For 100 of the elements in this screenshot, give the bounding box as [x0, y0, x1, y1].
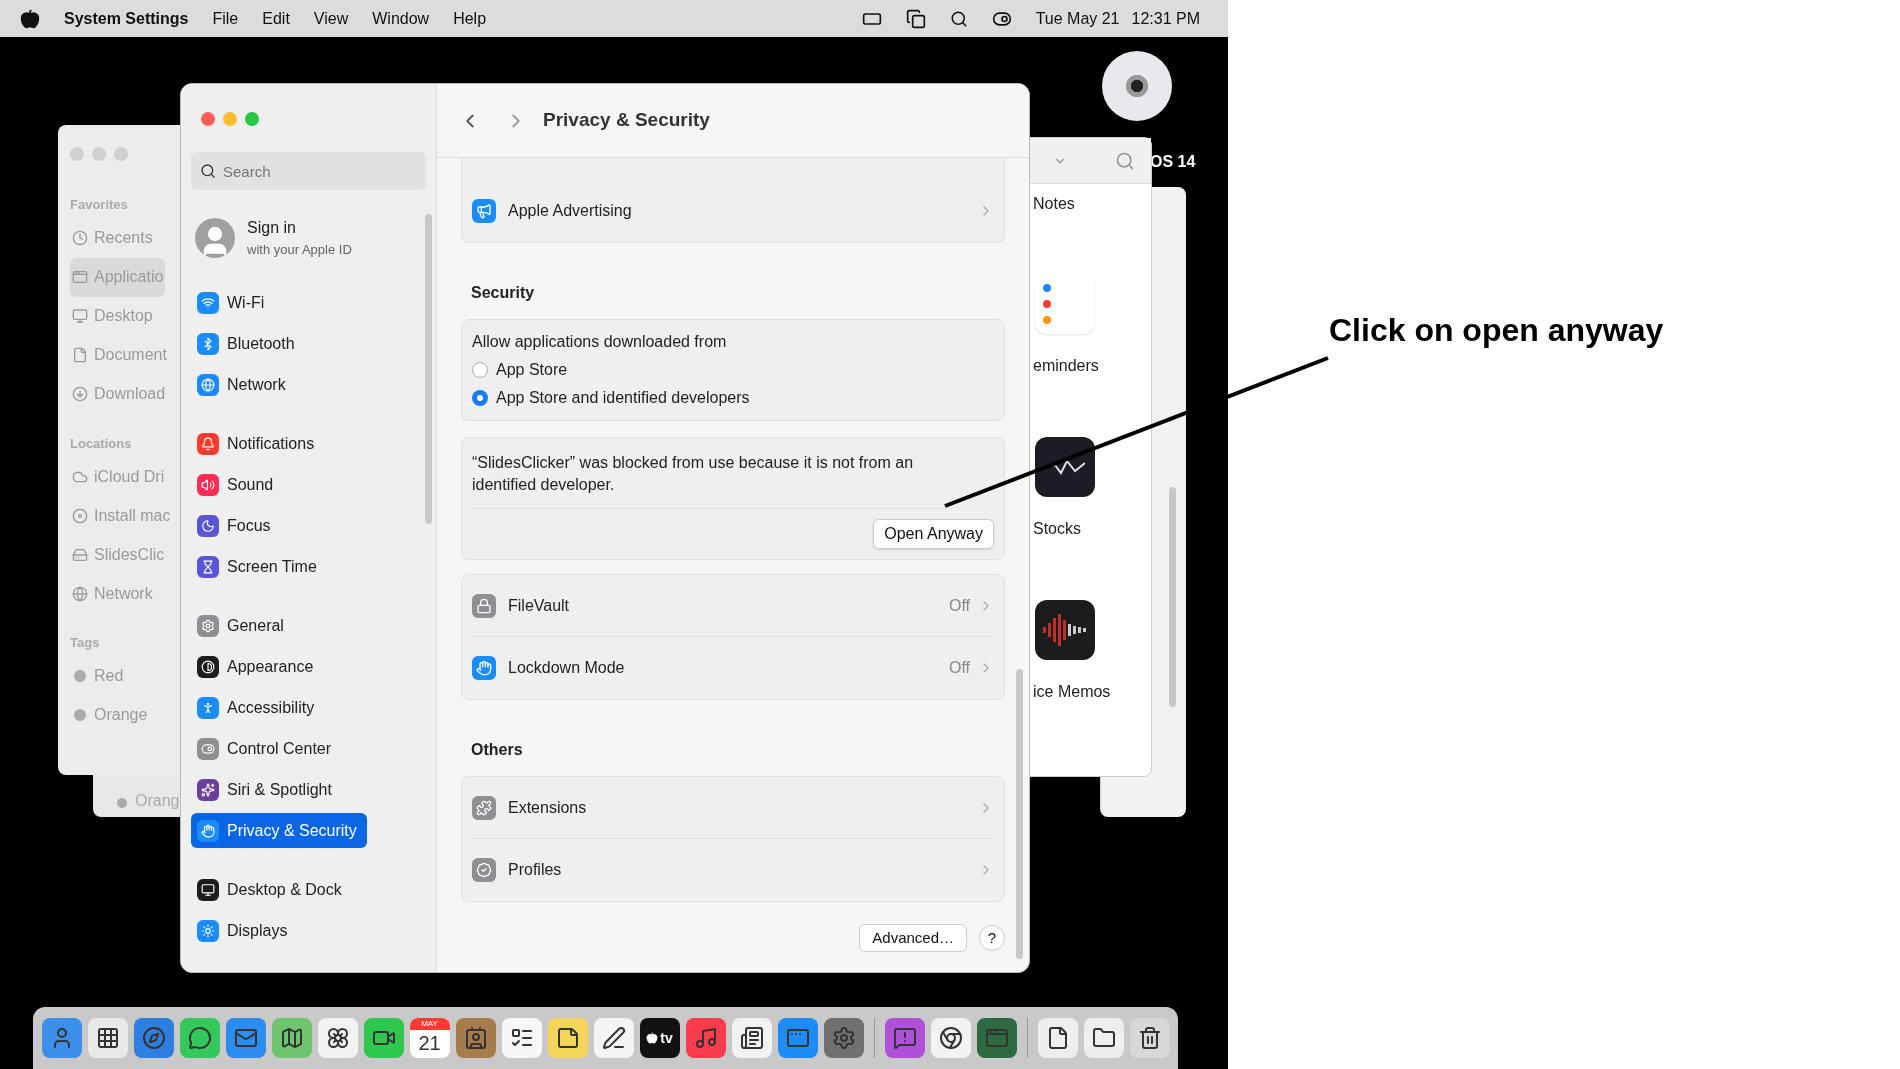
sidebar-item[interactable]: Accessibility [191, 690, 367, 725]
section-heading: Favorites [70, 196, 129, 214]
profiles-icon [472, 858, 496, 882]
app-menu[interactable]: System Settings [64, 6, 189, 31]
sidebar-item[interactable]: Network [191, 367, 367, 402]
sidebar-item[interactable]: Screen Time [191, 549, 367, 584]
radio-label[interactable]: App Store and identified developers [496, 386, 750, 410]
apple-menu-icon[interactable] [20, 8, 40, 29]
mail-app-icon[interactable] [225, 1018, 266, 1058]
advertising-icon [472, 199, 496, 223]
app-label[interactable]: eminders [1033, 354, 1099, 378]
calendar-app-icon[interactable]: MAY 21 [409, 1018, 450, 1058]
settings-row[interactable]: FileVault Off [472, 575, 994, 637]
sidebar-item[interactable]: General [191, 608, 367, 643]
sidebar-item[interactable]: Sound [191, 467, 367, 502]
messages-app-icon[interactable] [179, 1018, 220, 1058]
search-icon[interactable] [949, 9, 968, 28]
lockdown-icon [472, 656, 496, 680]
launchpad-app-icon[interactable] [87, 1018, 128, 1058]
help-button[interactable]: ? [979, 925, 1005, 951]
menu-item[interactable]: Edit [262, 6, 290, 31]
window-title: Privacy & Security [543, 108, 710, 133]
sidebar-item[interactable]: Appearance [191, 649, 367, 684]
music-app-icon[interactable] [685, 1018, 726, 1058]
search-field[interactable]: Search [191, 152, 426, 190]
facetime-app-icon[interactable] [363, 1018, 404, 1058]
safari-app-icon[interactable] [133, 1018, 174, 1058]
sidebar-item[interactable]: Privacy & Security [191, 813, 367, 848]
search-icon [200, 163, 216, 179]
section-heading: Others [470, 740, 524, 760]
photos-app-icon[interactable] [317, 1018, 358, 1058]
settings-row[interactable]: Extensions [472, 777, 994, 839]
maps-app-icon[interactable] [271, 1018, 312, 1058]
open-anyway-button[interactable]: Open Anyway [873, 519, 994, 549]
window-control-icon[interactable] [201, 112, 215, 126]
filevault-icon [472, 593, 496, 618]
sidebar-item[interactable]: Focus [191, 508, 367, 543]
voice-memos-app-icon[interactable] [1035, 600, 1095, 660]
row-value: Off [948, 595, 970, 616]
account-item[interactable]: Sign in with your Apple ID [191, 212, 426, 264]
row-label: Lockdown Mode [508, 658, 626, 678]
radio-button[interactable] [472, 362, 488, 378]
settings-row[interactable]: Lockdown Mode Off [472, 637, 994, 699]
sidebar-item[interactable]: Notifications [191, 426, 367, 461]
news-app-icon[interactable] [731, 1018, 772, 1058]
row-value: Off [948, 658, 970, 678]
advanced-button[interactable]: Advanced… [859, 924, 967, 952]
row-label: FileVault [508, 595, 571, 616]
desktop-icon [72, 308, 88, 324]
blocked-message: “SlidesClicker” was blocked from use because it is not from an identified developer. [472, 452, 952, 509]
file-app-icon[interactable] [1037, 1018, 1078, 1058]
contacts-app-icon[interactable] [455, 1018, 496, 1058]
apps-icon [72, 269, 88, 285]
row-label: Profiles [508, 860, 563, 880]
account-title: Sign in [247, 218, 297, 239]
allow-label: Allow applications downloaded from [472, 332, 728, 352]
reminders-app-icon[interactable] [501, 1018, 542, 1058]
clock-icon [72, 230, 88, 246]
menu-date[interactable]: Tue May 21 [1035, 6, 1120, 31]
folder-app-icon[interactable] [1083, 1018, 1124, 1058]
chrome-app-icon[interactable] [930, 1018, 971, 1058]
menu-time[interactable]: 12:31 PM [1131, 6, 1200, 31]
freeform-app-icon[interactable] [593, 1018, 634, 1058]
app-label[interactable]: ice Memos [1033, 680, 1111, 704]
extensions-icon [472, 795, 496, 820]
tv-app-icon[interactable]: tv [639, 1018, 680, 1058]
app-label[interactable]: Notes [1033, 192, 1075, 216]
section-heading: Tags [70, 634, 101, 652]
doc-icon [72, 347, 88, 363]
menu-item[interactable]: Window [372, 6, 430, 31]
avatar-icon [195, 218, 235, 258]
section-heading: Security [470, 283, 536, 303]
feedback-app-icon[interactable] [884, 1018, 925, 1058]
row-label: Apple Advertising [508, 201, 633, 221]
settings-row[interactable]: Apple Advertising [472, 180, 994, 242]
account-subtitle: with your Apple ID [247, 241, 352, 260]
sidebar-item[interactable]: Wi-Fi [191, 285, 367, 320]
radio-button[interactable] [472, 390, 488, 406]
sidebar-item[interactable]: Control Center [191, 731, 367, 766]
section-heading: Locations [70, 434, 133, 453]
app-label[interactable]: Stocks [1033, 517, 1081, 541]
windows-icon[interactable] [905, 8, 926, 29]
settings-app-icon[interactable] [823, 1018, 864, 1058]
download-icon [72, 386, 88, 402]
drive-icon [72, 546, 88, 563]
annotation-text: Click on open anyway [1329, 311, 1664, 350]
globe-icon [72, 585, 88, 602]
sidebar-item[interactable]: Desktop & Dock [191, 872, 367, 907]
menu-item[interactable]: View [313, 6, 349, 31]
settings-row[interactable]: Profiles [472, 839, 994, 901]
sidebar-item[interactable]: Bluetooth [191, 326, 367, 361]
disc-icon [72, 507, 88, 524]
row-label: Extensions [508, 797, 588, 818]
menu-item[interactable]: Help [453, 6, 487, 31]
notes-app-icon[interactable] [547, 1018, 588, 1058]
sidebar-item[interactable]: Displays [191, 913, 367, 948]
radio-label[interactable]: App Store [496, 358, 568, 382]
trash-app-icon[interactable] [1129, 1018, 1170, 1058]
menu-item[interactable]: File [212, 6, 239, 31]
sidebar-item[interactable]: Siri & Spotlight [191, 772, 367, 807]
